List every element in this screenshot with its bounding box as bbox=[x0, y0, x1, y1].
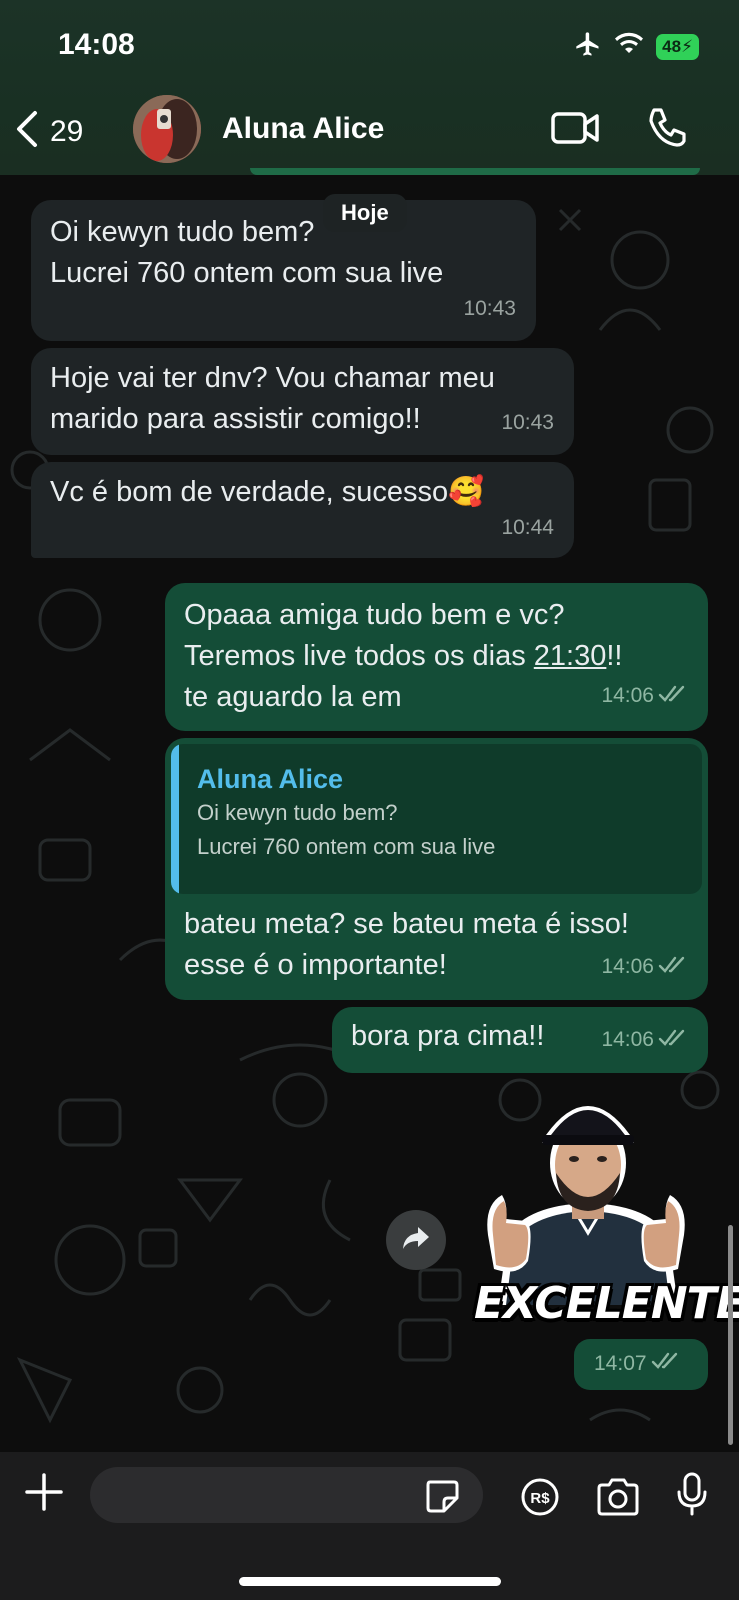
scrollbar[interactable] bbox=[728, 1225, 733, 1445]
message-text: Teremos live todos os dias bbox=[184, 640, 534, 672]
contact-avatar[interactable] bbox=[133, 95, 201, 163]
svg-text:R$: R$ bbox=[530, 1490, 550, 1507]
message-time: 10:43 bbox=[501, 411, 554, 434]
quote-author: Aluna Alice bbox=[197, 764, 344, 794]
quote-text: Lucrei 760 ontem com sua live bbox=[197, 834, 496, 859]
phone-icon bbox=[645, 108, 687, 152]
message-text: Lucrei 760 ontem com sua live bbox=[50, 257, 444, 289]
message-time: 14:06 bbox=[601, 1019, 688, 1061]
voice-call-button[interactable] bbox=[645, 106, 687, 153]
battery-icon: 48⚡ bbox=[656, 33, 699, 60]
message-bubble-outgoing-reply[interactable]: Aluna Alice Oi kewyn tudo bem? Lucrei 76… bbox=[165, 738, 708, 1000]
home-indicator[interactable] bbox=[239, 1577, 501, 1586]
status-time: 14:08 bbox=[58, 28, 135, 61]
unread-count: 29 bbox=[50, 114, 84, 148]
sticker-caption: EXCELENTE bbox=[474, 1278, 739, 1329]
back-button[interactable]: 29 bbox=[14, 110, 83, 153]
message-time-value: 14:06 bbox=[601, 955, 654, 979]
quote-text: Oi kewyn tudo bem? bbox=[197, 800, 398, 825]
quoted-message[interactable]: Aluna Alice Oi kewyn tudo bem? Lucrei 76… bbox=[171, 744, 702, 894]
message-time: 14:06 bbox=[601, 946, 688, 988]
sticker-button[interactable] bbox=[424, 1478, 460, 1519]
wifi-icon bbox=[614, 32, 644, 61]
plus-icon bbox=[24, 1473, 64, 1516]
message-time: 14:06 bbox=[601, 675, 688, 717]
message-bubble-outgoing[interactable]: bora pra cima!! 14:06 bbox=[332, 1007, 708, 1073]
chat-header bbox=[0, 0, 739, 175]
message-bubble-incoming[interactable]: Hoje vai ter dnv? Vou chamar meu marido … bbox=[31, 348, 574, 455]
forward-icon bbox=[401, 1225, 431, 1256]
header-accent-line bbox=[250, 168, 700, 175]
battery-level: 48 bbox=[662, 36, 682, 56]
message-text: !! bbox=[606, 640, 623, 672]
message-text-line: Teremos live todos os dias 21:30!! bbox=[184, 636, 689, 677]
contact-name[interactable]: Aluna Alice bbox=[222, 112, 384, 146]
sticker-icon bbox=[424, 1480, 460, 1518]
message-text: Oi kewyn tudo bem? bbox=[50, 216, 315, 248]
message-time: 10:43 bbox=[463, 297, 516, 320]
message-bubble-outgoing[interactable]: Opaaa amiga tudo bem e vc? Teremos live … bbox=[165, 583, 708, 731]
message-bubble-incoming[interactable]: Oi kewyn tudo bem? Lucrei 760 ontem com … bbox=[31, 200, 536, 341]
double-check-icon bbox=[658, 947, 688, 988]
message-text: Hoje vai ter dnv? Vou chamar meu bbox=[50, 362, 495, 394]
payment-button[interactable]: R$ bbox=[520, 1477, 560, 1522]
double-check-icon bbox=[658, 1020, 688, 1061]
message-time-value: 14:06 bbox=[601, 1028, 654, 1052]
chevron-left-icon bbox=[14, 110, 40, 153]
status-icons: 48⚡ bbox=[574, 30, 699, 63]
message-text: marido para assistir comigo!! bbox=[50, 403, 421, 435]
video-call-button[interactable] bbox=[550, 108, 600, 153]
camera-icon bbox=[595, 1478, 641, 1520]
pix-payment-icon: R$ bbox=[520, 1478, 560, 1521]
attach-button[interactable] bbox=[24, 1472, 64, 1517]
voice-message-button[interactable] bbox=[676, 1472, 708, 1521]
quote-accent-bar bbox=[171, 744, 179, 894]
double-check-icon bbox=[658, 676, 688, 717]
time-link[interactable]: 21:30 bbox=[534, 640, 607, 672]
message-text: Vc é bom de verdade, sucesso🥰 bbox=[50, 476, 485, 508]
message-bubble-incoming[interactable]: Vc é bom de verdade, sucesso🥰 10:44 bbox=[31, 462, 574, 558]
airplane-icon bbox=[574, 30, 602, 63]
message-time-value: 14:06 bbox=[601, 684, 654, 708]
message-time-value: 14:07 bbox=[594, 1352, 647, 1375]
forward-button[interactable] bbox=[386, 1210, 446, 1270]
message-time: 10:44 bbox=[501, 516, 554, 539]
camera-button[interactable] bbox=[595, 1478, 641, 1521]
video-call-icon bbox=[550, 112, 600, 152]
microphone-icon bbox=[676, 1472, 708, 1520]
message-text: bateu meta? se bateu meta é isso! bbox=[184, 908, 629, 940]
message-text: Opaaa amiga tudo bem e vc? bbox=[184, 599, 565, 631]
sticker-time-badge: 14:07 bbox=[574, 1339, 708, 1390]
date-separator: Hoje bbox=[323, 194, 407, 232]
message-time: 14:07 bbox=[594, 1352, 681, 1376]
double-check-icon bbox=[651, 1352, 681, 1376]
